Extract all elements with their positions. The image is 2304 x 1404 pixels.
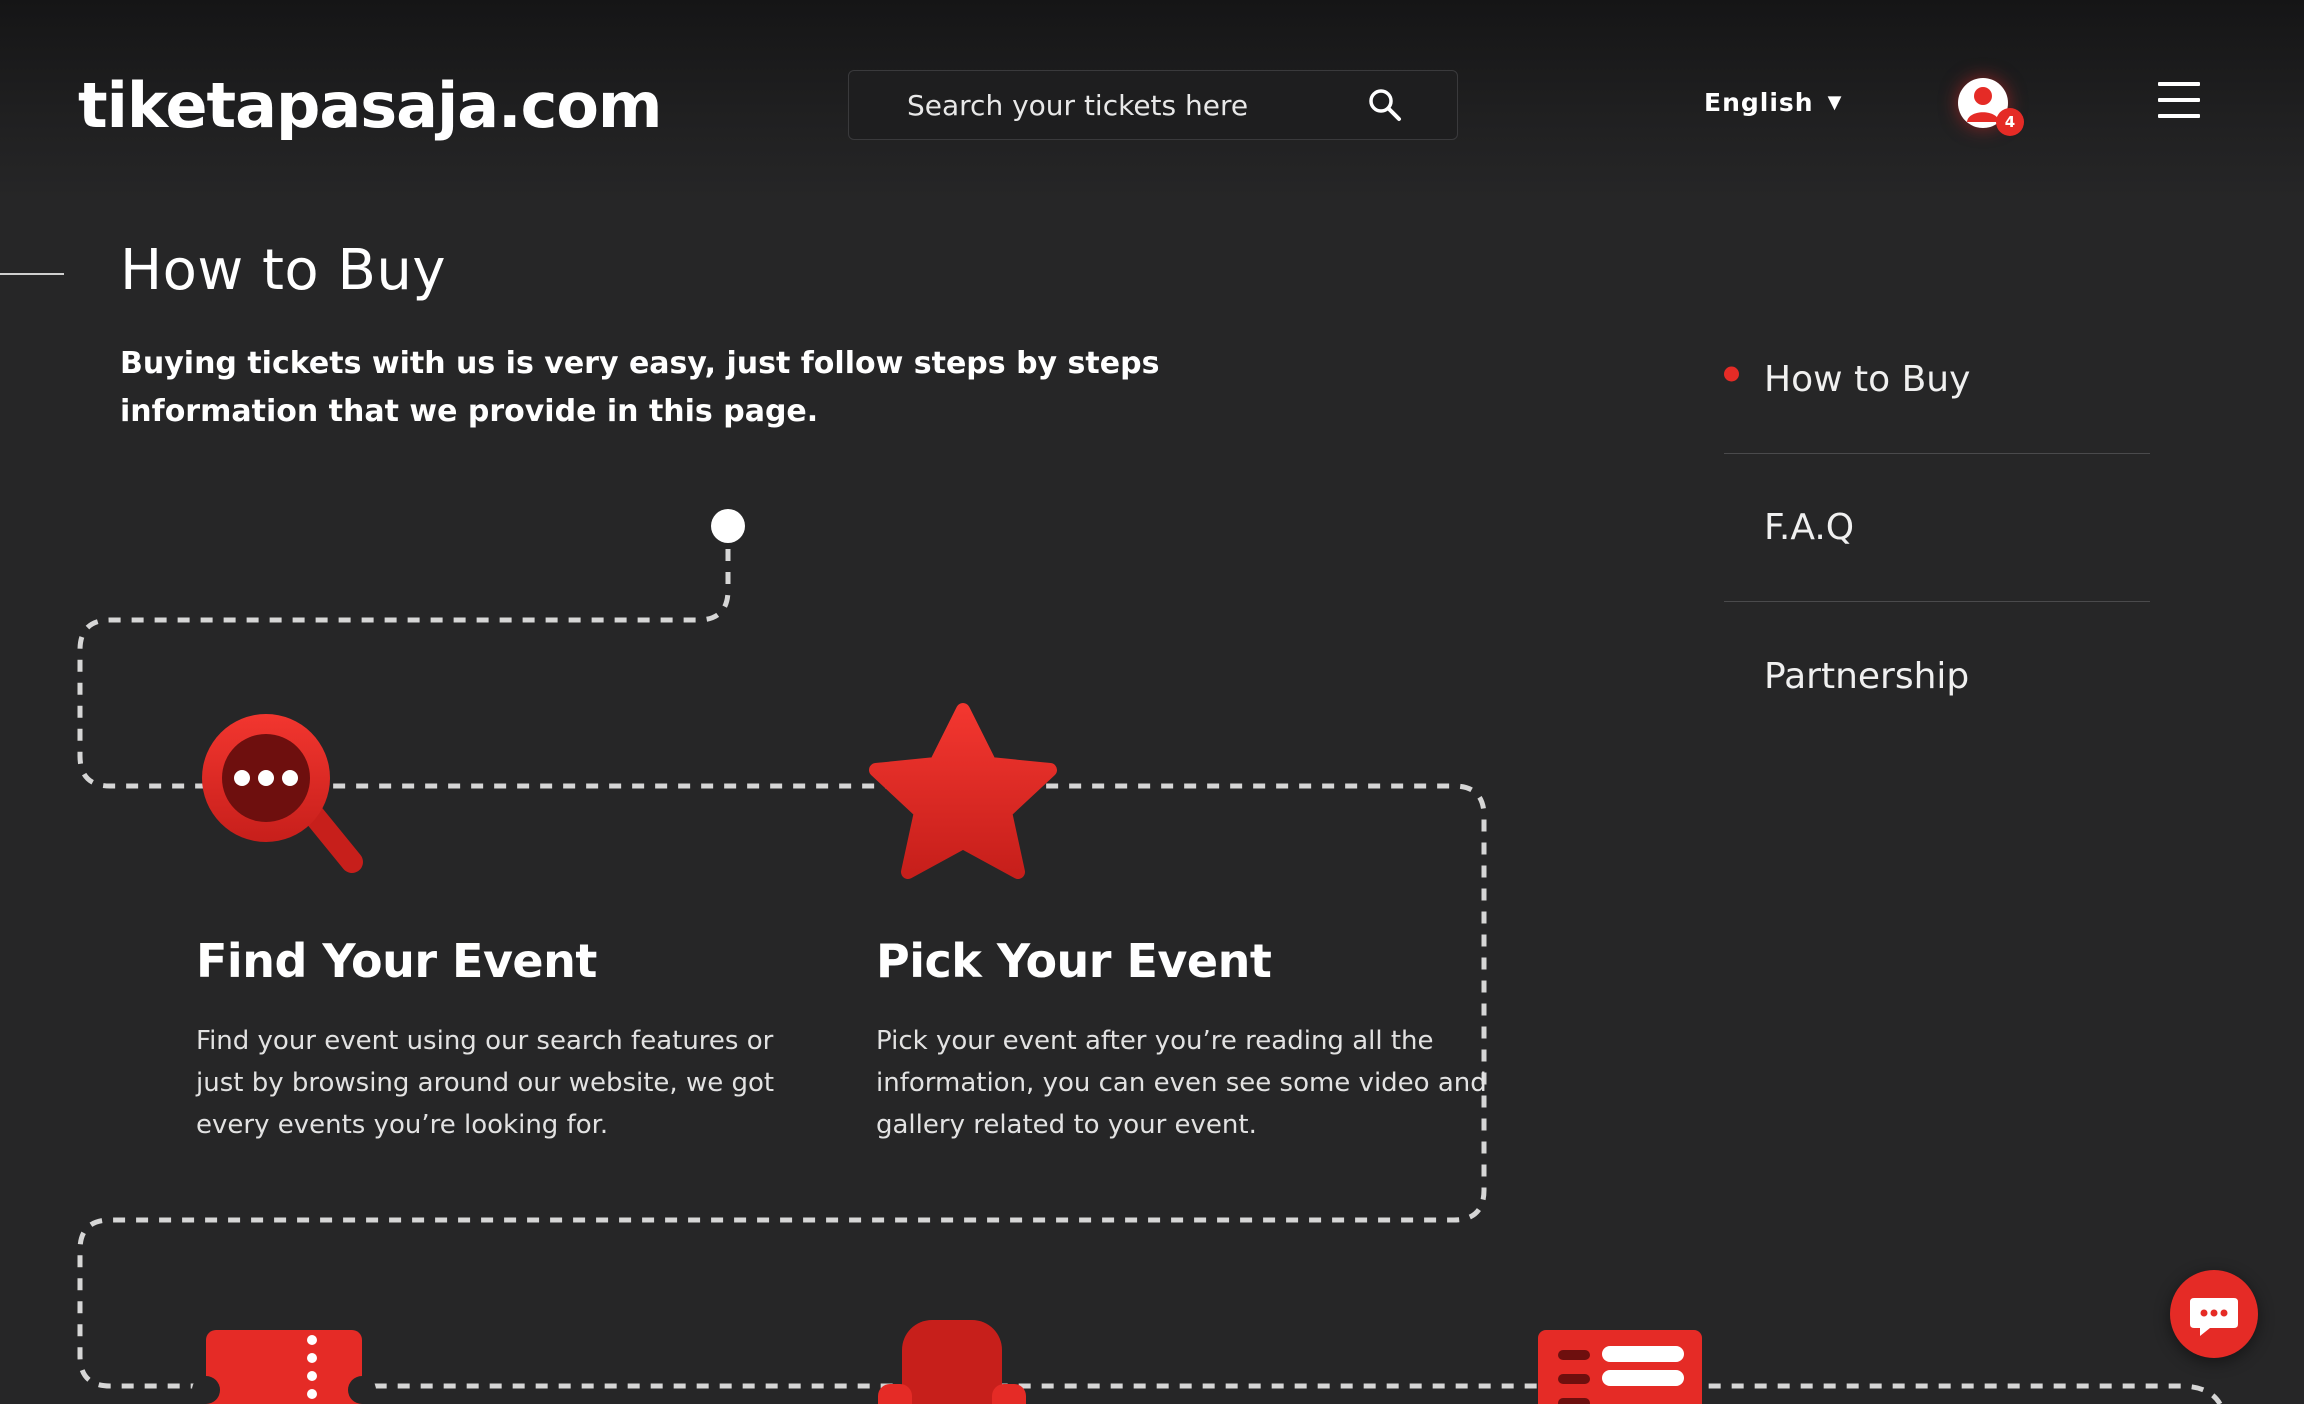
step-2-description: Pick your event after you’re reading all…	[876, 1026, 1487, 1140]
star-icon	[869, 703, 1057, 879]
steps-path	[77, 509, 2223, 1404]
path-start-dot	[711, 509, 745, 543]
chat-icon	[2190, 1298, 2238, 1336]
ticket-icon	[192, 1330, 376, 1404]
how-to-buy-page: tiketapasaja.com English ▼ 4 How to Buy …	[0, 0, 2304, 1404]
step-2-title: Pick Your Event	[876, 934, 1272, 988]
step-1-description: Find your event using our search feature…	[196, 1026, 775, 1140]
chat-button[interactable]	[2170, 1270, 2258, 1358]
list-icon	[1538, 1330, 1702, 1404]
seat-icon	[878, 1320, 1026, 1404]
step-1-title: Find Your Event	[196, 934, 597, 988]
search-magnifier-icon	[202, 714, 363, 873]
